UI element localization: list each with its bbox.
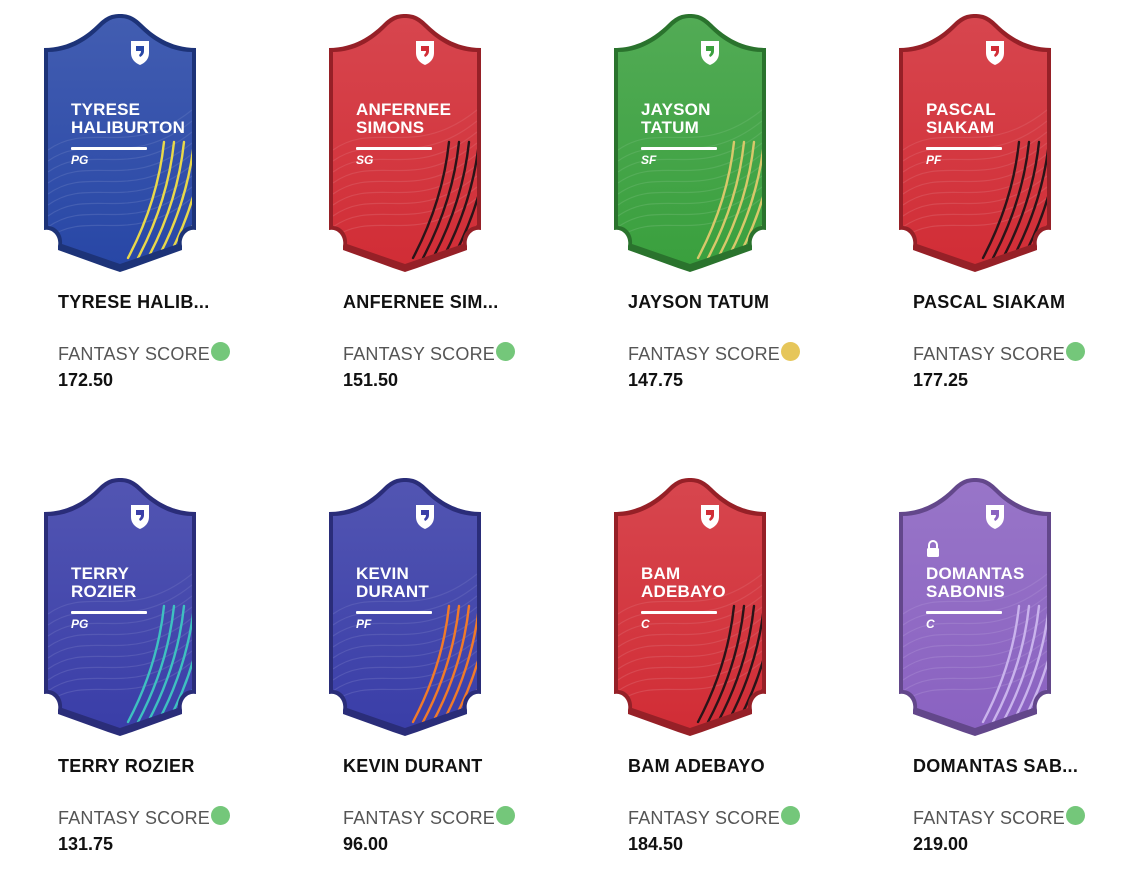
card-art-name: JAYSON TATUM xyxy=(641,101,801,137)
card-position: SF xyxy=(641,153,657,167)
fantasy-score-value: 172.50 xyxy=(58,370,114,390)
card-art-svg xyxy=(614,14,766,272)
card-position: PF xyxy=(356,617,372,631)
card-divider xyxy=(641,611,717,614)
card-last-name: DURANT xyxy=(356,582,429,601)
status-indicator-icon xyxy=(211,806,230,825)
status-indicator-icon xyxy=(781,342,800,361)
card-last-name: SIAKAM xyxy=(926,118,995,137)
card-divider xyxy=(356,147,432,150)
player-card[interactable]: TERRY ROZIER PG TERRY ROZIER FANTASY SCO… xyxy=(0,464,240,884)
fantasy-score-value: 147.75 xyxy=(628,370,684,390)
player-name[interactable]: BAM ADEBAYO xyxy=(628,756,798,777)
card-position: PG xyxy=(71,153,89,167)
card-art[interactable]: ANFERNEE SIMONS SG xyxy=(285,0,525,290)
card-art-svg xyxy=(329,14,481,272)
status-indicator-icon xyxy=(1066,806,1085,825)
card-position: C xyxy=(926,617,935,631)
player-name[interactable]: KEVIN DURANT xyxy=(343,756,513,777)
card-art[interactable]: TERRY ROZIER PG xyxy=(0,464,240,754)
card-art-name: BAM ADEBAYO xyxy=(641,565,801,601)
card-art-svg xyxy=(44,478,196,736)
card-divider xyxy=(356,611,432,614)
player-card[interactable]: ANFERNEE SIMONS SG ANFERNEE SIM... FANTA… xyxy=(285,0,525,420)
player-card[interactable]: TYRESE HALIBURTON PG TYRESE HALIB... FAN… xyxy=(0,0,240,420)
card-first-name: KEVIN xyxy=(356,564,409,583)
card-first-name: BAM xyxy=(641,564,681,583)
player-card[interactable]: KEVIN DURANT PF KEVIN DURANT FANTASY SCO… xyxy=(285,464,525,884)
card-divider xyxy=(926,611,1002,614)
card-divider xyxy=(641,147,717,150)
card-first-name: JAYSON xyxy=(641,100,711,119)
card-art-name: ANFERNEE SIMONS xyxy=(356,101,516,137)
player-name[interactable]: TYRESE HALIB... xyxy=(58,292,228,313)
player-card-grid: TYRESE HALIBURTON PG TYRESE HALIB... FAN… xyxy=(0,0,1134,880)
card-art[interactable]: DOMANTAS SABONIS C xyxy=(855,464,1095,754)
fantasy-score-value: 151.50 xyxy=(343,370,399,390)
card-position: PG xyxy=(71,617,89,631)
card-art[interactable]: JAYSON TATUM SF xyxy=(570,0,810,290)
card-art-svg xyxy=(44,14,196,272)
fantasy-score-label: FANTASY SCORE xyxy=(58,344,210,364)
fantasy-score-value: 96.00 xyxy=(343,834,389,854)
card-art[interactable]: BAM ADEBAYO C xyxy=(570,464,810,754)
status-indicator-icon xyxy=(496,806,515,825)
fantasy-score-label: FANTASY SCORE xyxy=(343,808,495,828)
card-art-name: DOMANTAS SABONIS xyxy=(926,565,1086,601)
card-last-name: ADEBAYO xyxy=(641,582,726,601)
fantasy-score-value: 184.50 xyxy=(628,834,684,854)
card-last-name: SABONIS xyxy=(926,582,1005,601)
player-card[interactable]: BAM ADEBAYO C BAM ADEBAYO FANTASY SCORE … xyxy=(570,464,810,884)
player-card[interactable]: DOMANTAS SABONIS C DOMANTAS SAB... FANTA… xyxy=(855,464,1095,884)
card-position: SG xyxy=(356,153,374,167)
fantasy-score-label: FANTASY SCORE xyxy=(58,808,210,828)
card-art-name: TYRESE HALIBURTON xyxy=(71,101,231,137)
card-first-name: PASCAL xyxy=(926,100,996,119)
player-name[interactable]: DOMANTAS SAB... xyxy=(913,756,1083,777)
card-last-name: TATUM xyxy=(641,118,699,137)
status-indicator-icon xyxy=(496,342,515,361)
card-art-name: KEVIN DURANT xyxy=(356,565,516,601)
card-first-name: TERRY xyxy=(71,564,129,583)
player-card[interactable]: JAYSON TATUM SF JAYSON TATUM FANTASY SCO… xyxy=(570,0,810,420)
fantasy-score-label: FANTASY SCORE xyxy=(913,808,1065,828)
status-indicator-icon xyxy=(211,342,230,361)
player-name[interactable]: JAYSON TATUM xyxy=(628,292,798,313)
lock-icon xyxy=(925,540,941,558)
card-first-name: TYRESE xyxy=(71,100,141,119)
card-art-name: TERRY ROZIER xyxy=(71,565,231,601)
fantasy-score-label: FANTASY SCORE xyxy=(343,344,495,364)
card-art[interactable]: KEVIN DURANT PF xyxy=(285,464,525,754)
fantasy-score-label: FANTASY SCORE xyxy=(628,808,780,828)
card-last-name: ROZIER xyxy=(71,582,137,601)
fantasy-score-label: FANTASY SCORE xyxy=(913,344,1065,364)
fantasy-score-value: 131.75 xyxy=(58,834,114,854)
player-card[interactable]: PASCAL SIAKAM PF PASCAL SIAKAM FANTASY S… xyxy=(855,0,1095,420)
status-indicator-icon xyxy=(781,806,800,825)
card-first-name: ANFERNEE xyxy=(356,100,452,119)
card-position: PF xyxy=(926,153,942,167)
card-art-svg xyxy=(614,478,766,736)
card-art-svg xyxy=(329,478,481,736)
player-name[interactable]: TERRY ROZIER xyxy=(58,756,228,777)
card-art-name: PASCAL SIAKAM xyxy=(926,101,1086,137)
fantasy-score-value: 177.25 xyxy=(913,370,969,390)
fantasy-score-value: 219.00 xyxy=(913,834,969,854)
card-first-name: DOMANTAS xyxy=(926,564,1025,583)
card-divider xyxy=(71,611,147,614)
card-art[interactable]: PASCAL SIAKAM PF xyxy=(855,0,1095,290)
player-name[interactable]: ANFERNEE SIM... xyxy=(343,292,513,313)
status-indicator-icon xyxy=(1066,342,1085,361)
card-art-svg xyxy=(899,14,1051,272)
card-art[interactable]: TYRESE HALIBURTON PG xyxy=(0,0,240,290)
card-last-name: SIMONS xyxy=(356,118,425,137)
player-name[interactable]: PASCAL SIAKAM xyxy=(913,292,1083,313)
card-position: C xyxy=(641,617,650,631)
fantasy-score-label: FANTASY SCORE xyxy=(628,344,780,364)
card-art-svg xyxy=(899,478,1051,736)
card-last-name: HALIBURTON xyxy=(71,118,186,137)
card-divider xyxy=(926,147,1002,150)
card-divider xyxy=(71,147,147,150)
